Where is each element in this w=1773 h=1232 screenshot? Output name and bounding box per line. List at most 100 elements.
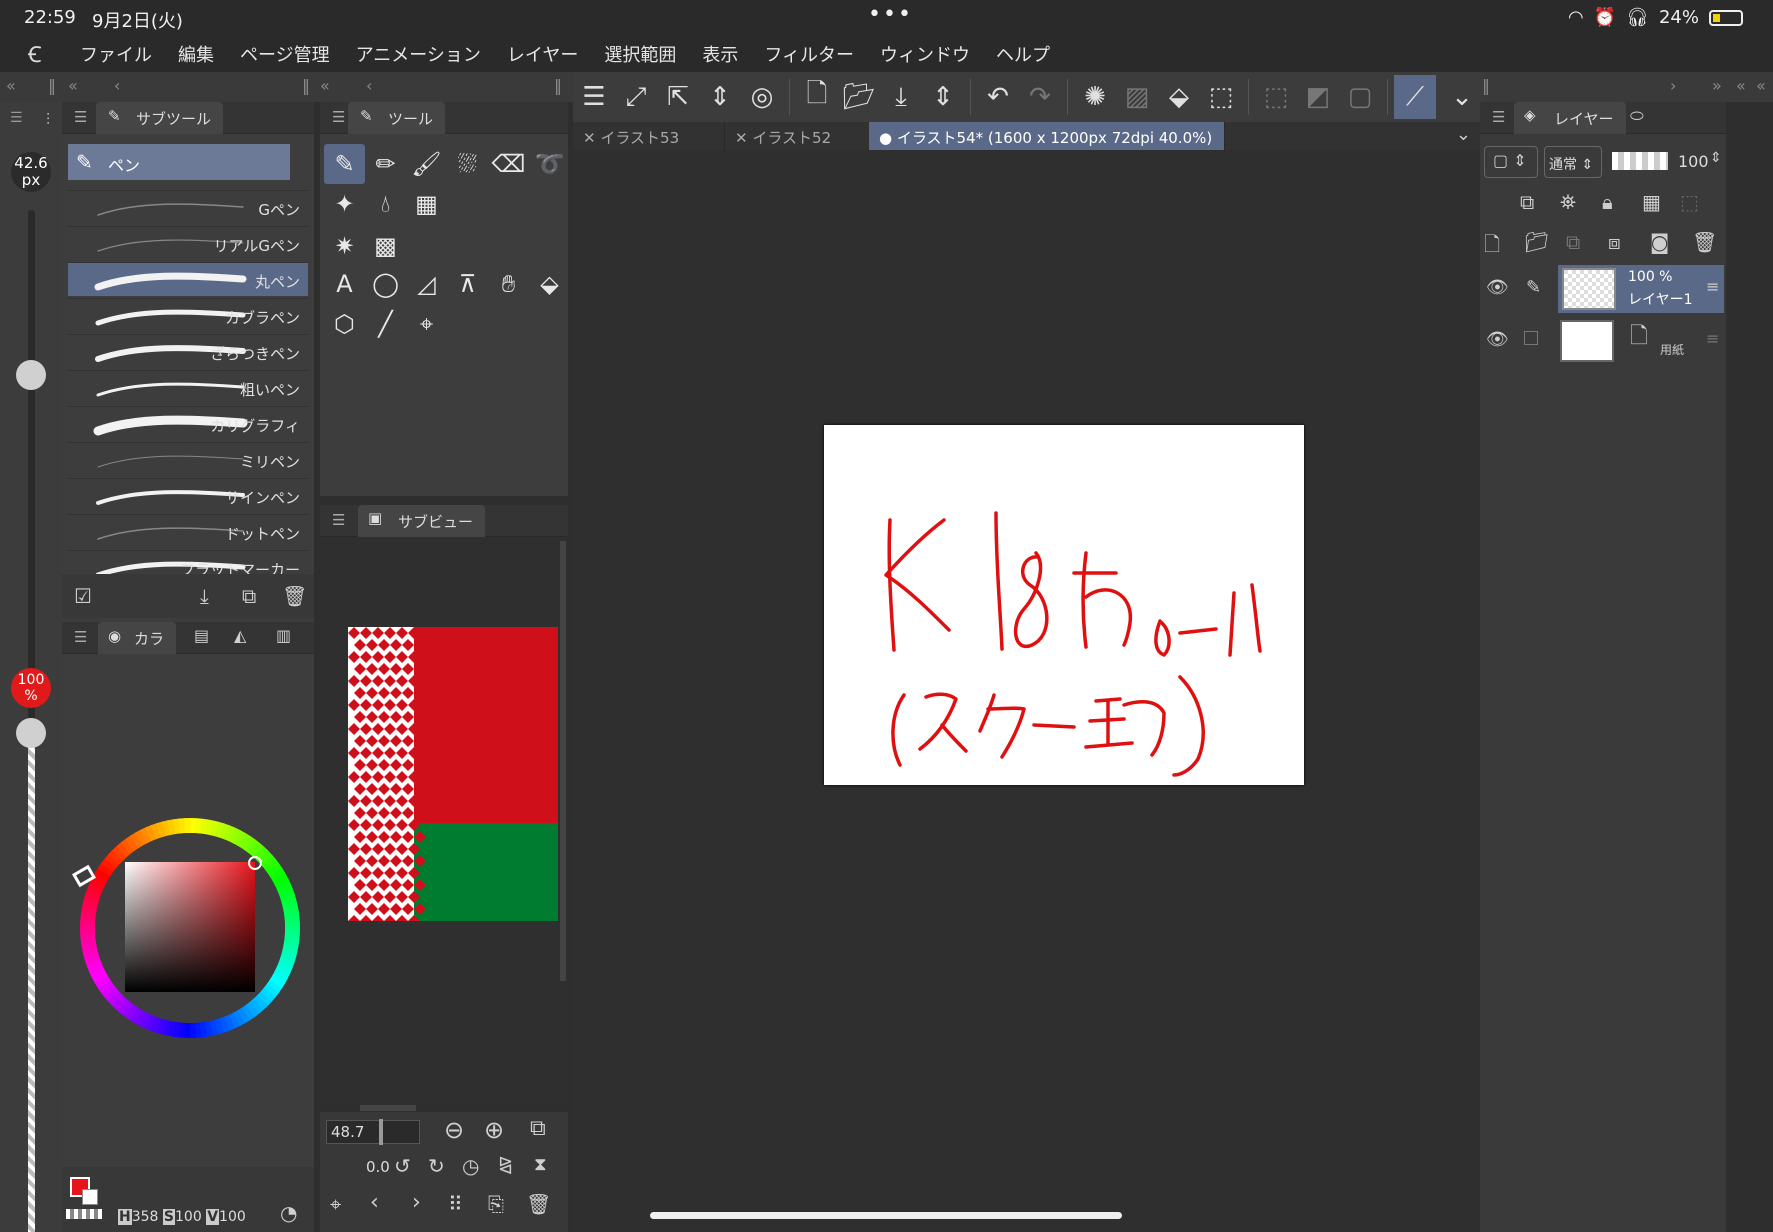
tab-document-53[interactable]: ✕ イラスト53 bbox=[573, 122, 725, 150]
ruler-snap-icon[interactable]: ⟋ bbox=[1394, 75, 1436, 119]
flip-vertical-icon[interactable]: ⧗ bbox=[534, 1154, 547, 1175]
subview-hscroll[interactable] bbox=[360, 1105, 416, 1111]
opacity-knob[interactable] bbox=[16, 718, 46, 748]
dock-grip-icon[interactable]: ‖ bbox=[554, 76, 562, 95]
lasso-fill-tool-icon[interactable]: ➰ bbox=[529, 144, 570, 184]
lock-transparency-icon[interactable]: ▦ bbox=[1642, 190, 1661, 214]
tab-document-52[interactable]: ✕ イラスト52 bbox=[725, 122, 879, 150]
download-icon[interactable]: ⤓ bbox=[200, 584, 209, 608]
brush-size-slider[interactable] bbox=[28, 210, 35, 740]
menu-filter[interactable]: フィルター bbox=[764, 41, 854, 67]
transform-icon[interactable]: ⇱ bbox=[657, 82, 699, 112]
brush-item[interactable]: カブラペン bbox=[68, 298, 308, 332]
collapse-tool-icon[interactable]: « bbox=[320, 76, 330, 95]
invert-selection-icon[interactable]: ◩ bbox=[1297, 82, 1339, 112]
menu-file[interactable]: ファイル bbox=[80, 41, 152, 67]
image-list-icon[interactable]: ⠿ bbox=[448, 1192, 463, 1216]
subtool-group-header[interactable]: ✎ ペン bbox=[68, 144, 290, 180]
collapse-subtool-icon[interactable]: « bbox=[68, 76, 78, 95]
layer-menu-icon[interactable]: ≡ bbox=[1706, 277, 1719, 296]
color-mode-icon[interactable]: ◔ bbox=[280, 1201, 297, 1225]
previous-image-icon[interactable]: ‹ bbox=[370, 1190, 379, 1215]
auto-action-icon[interactable]: ✷ bbox=[324, 226, 365, 266]
menu-window[interactable]: ウィンドウ bbox=[880, 41, 970, 67]
drawing-canvas[interactable] bbox=[824, 425, 1304, 785]
ruler-tool-icon[interactable]: ⊼ bbox=[447, 264, 488, 304]
new-folder-icon[interactable]: 📁︎ bbox=[1524, 230, 1549, 254]
line-tool-icon[interactable]: ╱ bbox=[365, 304, 406, 344]
companion-icon[interactable]: ◎ bbox=[741, 82, 783, 112]
crop-icon[interactable]: ▢ bbox=[1339, 82, 1381, 112]
collapse-right-icon[interactable]: « bbox=[1756, 76, 1766, 95]
transform-box-icon[interactable]: ⬚ bbox=[1200, 82, 1242, 112]
chevron-left-icon[interactable]: ‹ bbox=[114, 76, 120, 95]
intermediate-color-tab-icon[interactable]: ▥ bbox=[276, 626, 291, 645]
menu-icon[interactable]: ☰ bbox=[332, 511, 345, 529]
merge-layer-icon[interactable]: ⧈ bbox=[1608, 230, 1621, 254]
chevron-updown-icon[interactable]: ⇕ bbox=[699, 82, 741, 112]
pencil-tool-icon[interactable]: ✏ bbox=[365, 144, 406, 184]
blend-mode-dropdown[interactable]: 通常 ⇕ bbox=[1544, 146, 1602, 178]
subview-scrollbar[interactable] bbox=[560, 541, 566, 981]
fit-view-icon[interactable]: ⧉ bbox=[530, 1116, 546, 1141]
brush-item[interactable]: リアルGペン bbox=[68, 226, 308, 260]
eyedropper-icon[interactable]: ⌖ bbox=[330, 1192, 341, 1216]
layer-property-tab-icon[interactable]: ⬭ bbox=[1630, 106, 1644, 126]
layer-opacity-slider[interactable] bbox=[1612, 152, 1668, 170]
redo-icon[interactable]: ↷ bbox=[1019, 82, 1061, 112]
blend-tool-icon[interactable]: 💧︎ bbox=[365, 184, 406, 224]
hand-tool-icon[interactable]: ✋︎ bbox=[488, 264, 529, 304]
fill-icon[interactable]: ⬙ bbox=[1158, 82, 1200, 112]
tab-subview[interactable]: ▣ サブビュー bbox=[358, 505, 486, 537]
text-tool-icon[interactable]: A bbox=[324, 264, 365, 304]
operation-tool-icon[interactable]: ⬡ bbox=[324, 304, 365, 344]
frame-border-tool-icon[interactable]: ◿ bbox=[406, 264, 447, 304]
lock-icon[interactable]: 🔒︎ bbox=[1602, 190, 1613, 214]
flip-horizontal-icon[interactable]: ⧎ bbox=[498, 1154, 513, 1175]
zoom-field[interactable]: 48.7 bbox=[326, 1119, 420, 1145]
brush-item[interactable]: ドットペン bbox=[68, 514, 308, 548]
color-slider-tab-icon[interactable]: ▤ bbox=[194, 626, 209, 645]
brush-item[interactable]: ざらつきペン bbox=[68, 334, 308, 368]
tab-layer[interactable]: ◈ レイヤー bbox=[1514, 102, 1626, 134]
canvas-size-icon[interactable]: ⤢ bbox=[615, 82, 657, 113]
clip-layer-icon[interactable]: ⧉ bbox=[1520, 190, 1534, 214]
fill-tool-icon[interactable]: ⬙ bbox=[529, 264, 570, 304]
subtool-settings-icon[interactable]: ☑ bbox=[74, 584, 92, 608]
opacity-slider[interactable] bbox=[28, 732, 35, 1232]
sub-color-swatch[interactable] bbox=[82, 1189, 98, 1205]
new-raster-layer-icon[interactable]: 🗋︎ bbox=[1484, 230, 1500, 264]
chevron-left-icon[interactable]: ‹ bbox=[366, 76, 372, 95]
dock-grip-icon[interactable]: ‖ bbox=[48, 76, 56, 95]
undo-icon[interactable]: ↶ bbox=[977, 82, 1019, 112]
balloon-tool-icon[interactable]: ◯ bbox=[365, 264, 406, 304]
menu-icon[interactable]: ☰ bbox=[74, 108, 87, 126]
brush-item[interactable]: Gペン bbox=[68, 190, 308, 224]
menu-selection[interactable]: 選択範囲 bbox=[604, 41, 676, 67]
brush-item[interactable]: 丸ペン bbox=[68, 262, 308, 296]
brush-settings-icon[interactable]: ⫶ bbox=[46, 110, 50, 130]
tab-tool[interactable]: ✎ ツール bbox=[348, 102, 446, 134]
menu-edit[interactable]: 編集 bbox=[178, 41, 214, 67]
menu-layer[interactable]: レイヤー bbox=[507, 41, 578, 67]
gradient-tool-icon[interactable]: ▩ bbox=[365, 226, 406, 266]
select-layer-icon[interactable]: ▨ bbox=[1116, 82, 1158, 112]
reference-layer-icon[interactable]: ⛯ bbox=[1560, 190, 1576, 214]
layer-mask-icon[interactable]: ◙ bbox=[1650, 230, 1669, 254]
copy-layer-icon[interactable]: ⧉ bbox=[1566, 230, 1580, 254]
rotate-left-icon[interactable]: ↺ bbox=[394, 1154, 411, 1178]
brush-size-knob[interactable] bbox=[16, 360, 46, 390]
rotate-right-icon[interactable]: ↻ bbox=[428, 1154, 445, 1178]
menu-view[interactable]: 表示 bbox=[702, 41, 738, 67]
collapse-right-icon[interactable]: « bbox=[1736, 76, 1746, 95]
blend-target-dropdown[interactable]: ▢ ⇕ bbox=[1484, 146, 1538, 178]
decoration-tool-icon[interactable]: ✦ bbox=[324, 184, 365, 224]
layer-row-paper[interactable]: 👁︎ 🗋︎ 用紙 ≡ bbox=[1480, 317, 1726, 365]
loading-icon[interactable]: ✺ bbox=[1074, 82, 1116, 112]
color-set-tab-icon[interactable]: ◭ bbox=[234, 626, 246, 645]
import-image-icon[interactable]: ⎘ bbox=[488, 1192, 504, 1216]
brush-tool-icon[interactable]: 🖌︎ bbox=[406, 144, 447, 184]
chevron-updown-icon[interactable]: ⇕ bbox=[922, 82, 964, 112]
zoom-in-icon[interactable]: ⊕ bbox=[484, 1116, 504, 1144]
tab-color-wheel[interactable]: ◉ カラ bbox=[98, 622, 177, 654]
